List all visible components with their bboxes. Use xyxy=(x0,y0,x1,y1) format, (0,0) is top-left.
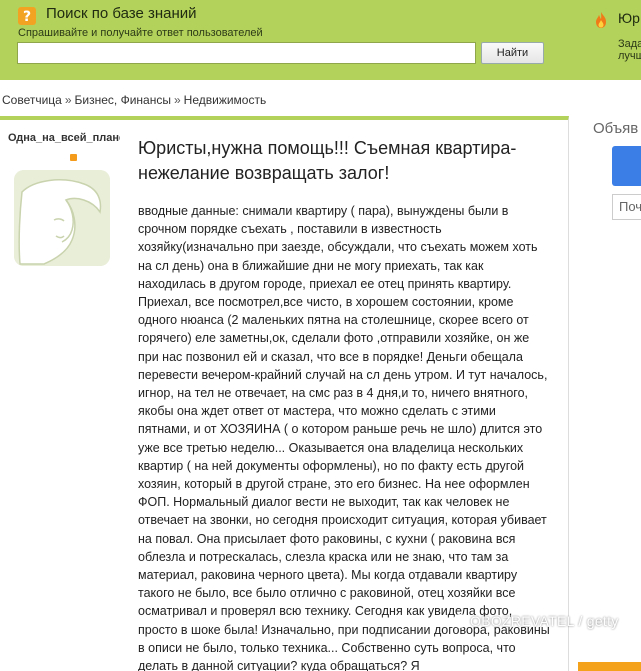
question-title: Юристы,нужна помощь!!! Съемная квартира-… xyxy=(138,138,517,183)
search-banner: ? Поиск по базе знаний Спрашивайте и пол… xyxy=(0,0,641,80)
online-status-badge xyxy=(70,154,77,161)
search-title: Поиск по базе знаний xyxy=(46,5,197,22)
question-icon: ? xyxy=(18,7,36,25)
breadcrumb: Советчица» Бизнес, Финансы» Недвижимость xyxy=(2,93,266,107)
search-button[interactable]: Найти xyxy=(481,42,544,64)
ads-orange-bar xyxy=(578,662,641,671)
ask-lawyer-text-1: Зада xyxy=(618,38,641,50)
avatar-silhouette-icon xyxy=(14,170,110,266)
question-body: вводные данные: снимали квартиру ( пара)… xyxy=(138,204,550,671)
ask-lawyer-title: Юр xyxy=(618,10,640,26)
ads-email-field[interactable]: Поч xyxy=(612,194,641,220)
breadcrumb-item-realty[interactable]: Недвижимость xyxy=(184,93,267,107)
watermark: OBOZREVATEL / getty xyxy=(453,613,619,629)
ask-lawyer-panel[interactable]: Юр Зада лучш xyxy=(582,0,641,80)
breadcrumb-item-business[interactable]: Бизнес, Финансы xyxy=(75,93,171,107)
watermark-logo-icon xyxy=(453,614,467,628)
fire-icon xyxy=(596,12,606,28)
breadcrumb-item-home[interactable]: Советчица xyxy=(2,93,62,107)
author-column: Одна_на_всей_плане xyxy=(0,120,126,671)
avatar[interactable] xyxy=(14,170,110,266)
question-card: Одна_на_всей_плане Юристы,нужна помощь!!… xyxy=(0,116,569,671)
ask-lawyer-text-2: лучш xyxy=(618,50,641,62)
breadcrumb-separator: » xyxy=(173,93,181,107)
breadcrumb-separator: » xyxy=(64,93,72,107)
watermark-text: OBOZREVATEL / getty xyxy=(470,613,619,629)
search-input[interactable] xyxy=(17,42,476,64)
ads-blue-button[interactable] xyxy=(612,146,641,186)
ads-sidebar: Объяв Поч xyxy=(578,116,641,671)
search-subtitle: Спрашивайте и получайте ответ пользовате… xyxy=(18,27,263,39)
ads-heading: Объяв xyxy=(593,120,639,137)
svg-text:?: ? xyxy=(23,9,31,25)
author-name[interactable]: Одна_на_всей_плане xyxy=(8,132,120,144)
